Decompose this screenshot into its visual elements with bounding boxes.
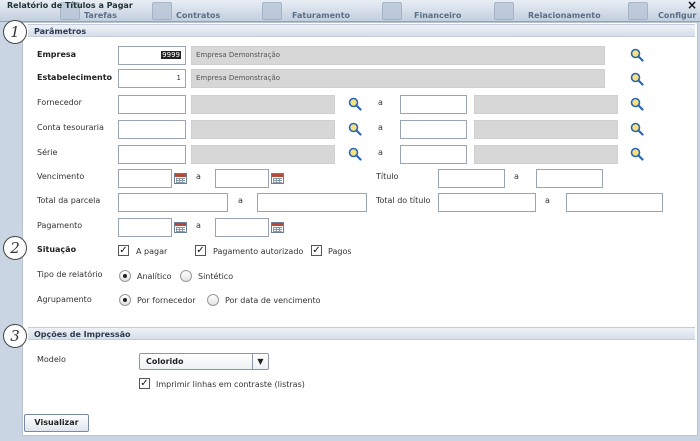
agrupamento-fornecedor-radio[interactable] — [119, 294, 131, 306]
conta-range-sep: a — [378, 123, 383, 132]
search-icon[interactable] — [630, 48, 644, 62]
fornecedor-label: Fornecedor — [37, 98, 82, 107]
search-icon[interactable] — [348, 97, 362, 111]
search-icon[interactable] — [348, 147, 362, 161]
tipo-sintetico-label: Sintético — [198, 272, 234, 281]
pagamento-label: Pagamento — [37, 221, 83, 230]
report-dialog: Relatório de Títulos a Pagar × 1 2 3 Par… — [0, 0, 700, 441]
dialog-titlebar: Relatório de Títulos a Pagar × — [0, 0, 700, 12]
pagamento-range-sep: a — [196, 221, 201, 230]
annotation-2: 2 — [3, 236, 27, 260]
tipo-analitico-label: Analítico — [137, 272, 172, 281]
search-icon[interactable] — [630, 122, 644, 136]
modelo-selected-value: Colorido — [146, 357, 184, 366]
tipo-analitico-radio[interactable] — [119, 270, 131, 282]
annotation-3: 3 — [3, 324, 27, 348]
pagamento-from-input[interactable] — [118, 218, 172, 237]
situacao-a-pagar-checkbox[interactable]: ✓ — [118, 245, 129, 256]
conta-from-name — [191, 120, 335, 139]
empresa-name-field: Empresa Demonstração — [191, 46, 605, 65]
search-icon[interactable] — [630, 97, 644, 111]
visualizar-button[interactable]: Visualizar — [24, 414, 89, 432]
fornecedor-range-sep: a — [378, 98, 383, 107]
contraste-label: Imprimir linhas em contraste (listras) — [156, 380, 305, 389]
total-parcela-range-sep: a — [238, 196, 243, 205]
serie-range-sep: a — [378, 148, 383, 157]
chevron-down-icon[interactable]: ▼ — [252, 354, 268, 369]
titulo-label: Título — [376, 172, 399, 181]
estabelecimento-code-input[interactable]: 1 — [118, 69, 186, 88]
estabelecimento-label: Estabelecimento — [37, 73, 113, 82]
empresa-label: Empresa — [37, 50, 77, 59]
calendar-icon[interactable] — [271, 222, 284, 233]
empresa-code-input[interactable]: 9999 — [118, 46, 186, 65]
situacao-pagos-checkbox[interactable]: ✓ — [311, 245, 322, 256]
fornecedor-from-name — [191, 95, 335, 114]
fornecedor-to-name — [474, 95, 618, 114]
conta-to-name — [474, 120, 618, 139]
vencimento-to-input[interactable] — [215, 169, 269, 188]
estabelecimento-name-field: Empresa Demonstração — [191, 69, 605, 88]
serie-from-name — [191, 145, 335, 164]
situacao-pagamento-autorizado-checkbox[interactable]: ✓ — [195, 245, 206, 256]
fornecedor-to-input[interactable] — [400, 95, 467, 114]
tipo-sintetico-radio[interactable] — [180, 270, 192, 282]
total-titulo-from-input[interactable] — [438, 193, 536, 212]
agrupamento-fornecedor-label: Por fornecedor — [137, 296, 196, 305]
serie-to-name — [474, 145, 618, 164]
titulo-from-input[interactable] — [438, 169, 505, 188]
agrupamento-vencimento-label: Por data de vencimento — [225, 296, 321, 305]
vencimento-range-sep: a — [196, 172, 201, 181]
search-icon[interactable] — [630, 72, 644, 86]
serie-to-input[interactable] — [400, 145, 467, 164]
conta-tesouraria-label: Conta tesouraria — [37, 123, 104, 132]
situacao-a-pagar-label: A pagar — [136, 247, 168, 256]
search-icon[interactable] — [348, 122, 362, 136]
section-impressao-header: Opções de Impressão — [28, 327, 695, 340]
modelo-select[interactable]: Colorido ▼ — [139, 353, 269, 370]
serie-label: Série — [37, 148, 58, 157]
agrupamento-label: Agrupamento — [37, 295, 92, 304]
total-titulo-to-input[interactable] — [566, 193, 663, 212]
situacao-pagamento-autorizado-label: Pagamento autorizado — [213, 247, 304, 256]
calendar-icon[interactable] — [174, 173, 187, 184]
conta-to-input[interactable] — [400, 120, 467, 139]
agrupamento-vencimento-radio[interactable] — [207, 294, 219, 306]
serie-from-input[interactable] — [118, 145, 186, 164]
pagamento-to-input[interactable] — [215, 218, 269, 237]
vencimento-from-input[interactable] — [118, 169, 172, 188]
total-parcela-from-input[interactable] — [118, 193, 228, 212]
contraste-checkbox[interactable]: ✓ — [139, 378, 150, 389]
modelo-label: Modelo — [37, 355, 66, 364]
titulo-range-sep: a — [514, 172, 519, 181]
total-parcela-to-input[interactable] — [257, 193, 367, 212]
titulo-to-input[interactable] — [536, 169, 603, 188]
fornecedor-from-input[interactable] — [118, 95, 186, 114]
annotation-1: 1 — [3, 20, 27, 44]
search-icon[interactable] — [630, 147, 644, 161]
total-titulo-label: Total do título — [376, 196, 431, 205]
calendar-icon[interactable] — [174, 222, 187, 233]
vencimento-label: Vencimento — [37, 172, 85, 181]
dialog-title: Relatório de Títulos a Pagar — [7, 1, 133, 10]
section-parametros-header: Parâmetros — [28, 24, 695, 37]
close-icon[interactable]: × — [687, 0, 697, 12]
total-titulo-range-sep: a — [545, 196, 550, 205]
conta-from-input[interactable] — [118, 120, 186, 139]
tipo-relatorio-label: Tipo de relatório — [37, 270, 103, 279]
situacao-pagos-label: Pagos — [328, 247, 352, 256]
situacao-label: Situação — [37, 245, 77, 254]
total-parcela-label: Total da parcela — [37, 196, 101, 205]
calendar-icon[interactable] — [271, 173, 284, 184]
